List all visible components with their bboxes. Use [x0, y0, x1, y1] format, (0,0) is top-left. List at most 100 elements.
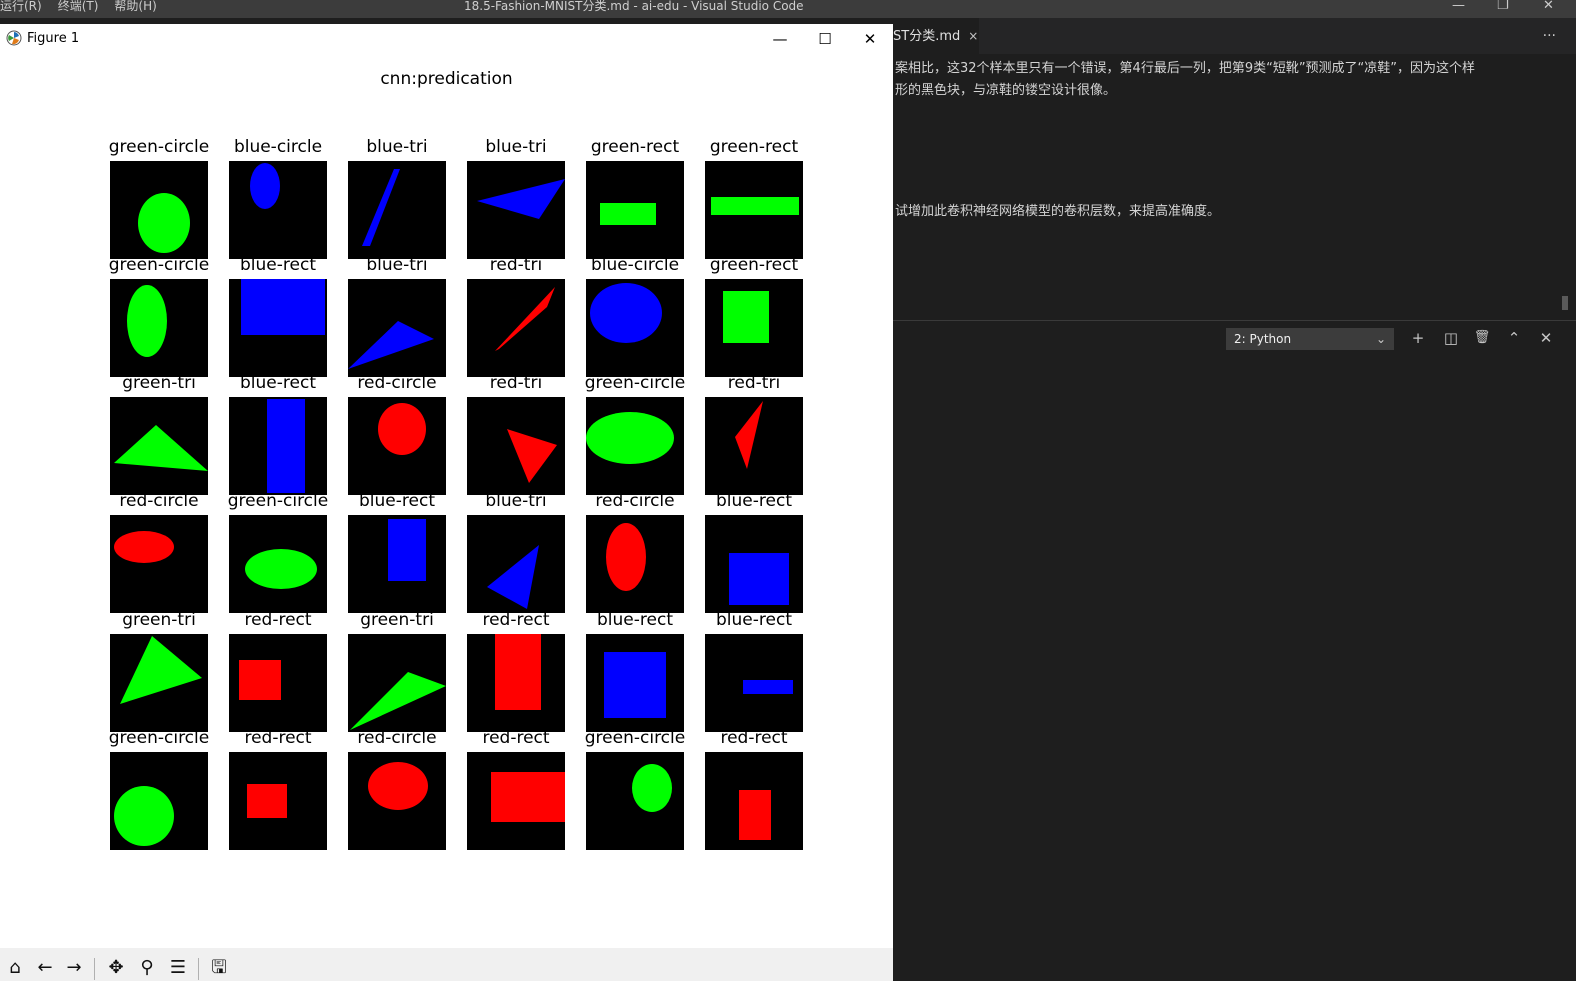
shape-rect	[239, 660, 281, 700]
close-icon[interactable]: ✕	[855, 27, 885, 51]
zoom-icon[interactable]: ⚲	[135, 956, 159, 980]
prediction-thumbnail	[467, 397, 565, 495]
close-icon[interactable]: ✕	[1543, 0, 1554, 13]
figure-window-title: Figure 1	[27, 31, 80, 46]
trash-icon[interactable]: 🗑	[1473, 329, 1491, 347]
prediction-thumbnail	[586, 397, 684, 495]
menu-run[interactable]: 运行(R)	[0, 0, 42, 18]
shape-rect	[495, 634, 541, 710]
matplotlib-icon	[6, 30, 22, 46]
menu-terminal[interactable]: 终端(T)	[58, 0, 99, 18]
shape-image	[348, 321, 434, 369]
new-terminal-icon[interactable]: +	[1409, 329, 1427, 347]
terminal-select-value: 2: Python	[1234, 332, 1292, 346]
panel-divider	[893, 320, 1576, 321]
prediction-thumbnail	[229, 515, 327, 613]
shape-image	[368, 762, 428, 810]
home-icon[interactable]: ⌂	[3, 956, 27, 980]
shape-rect	[729, 553, 789, 605]
prediction-thumbnail	[467, 515, 565, 613]
shape-image	[477, 179, 565, 219]
close-panel-icon[interactable]: ✕	[1537, 329, 1555, 347]
prediction-thumbnail	[467, 634, 565, 732]
figure-window: Figure 1 — ☐ ✕ cnn:predication green-cir…	[0, 24, 893, 981]
prediction-thumbnail	[110, 279, 208, 377]
markdown-line: 案相比，这32个样本里只有一个错误，第4行最后一列，把第9类“短靴”预测成了“凉…	[895, 61, 1476, 76]
prediction-thumbnail	[229, 279, 327, 377]
toolbar-divider	[94, 958, 95, 980]
pan-icon[interactable]: ✥	[104, 956, 128, 980]
plot-title: cnn:predication	[380, 69, 513, 89]
shape-circle	[114, 786, 174, 846]
shape-tri	[495, 287, 555, 351]
shape-image	[114, 531, 174, 563]
shape-rect	[743, 680, 793, 694]
shape-image	[586, 412, 674, 464]
menu-help[interactable]: 帮助(H)	[114, 0, 156, 18]
markdown-line: 试增加此卷积神经网络模型的卷积层数，来提高准确度。	[895, 204, 1221, 219]
shape-circle	[378, 403, 426, 455]
shape-image	[604, 652, 666, 718]
save-icon[interactable]: 🖫	[207, 956, 231, 980]
configure-icon[interactable]: ☰	[166, 956, 190, 980]
figure-titlebar: Figure 1 — ☐ ✕	[0, 24, 893, 54]
shape-image	[267, 399, 305, 493]
shape-circle	[138, 193, 190, 253]
shape-image	[729, 553, 789, 605]
close-icon[interactable]: ×	[968, 29, 978, 43]
shape-image	[487, 545, 539, 609]
prediction-thumbnail	[586, 752, 684, 850]
prediction-thumbnail	[586, 634, 684, 732]
prediction-label: red-rect	[720, 728, 788, 748]
editor-tabbar: ST分类.md × ···	[893, 18, 1576, 54]
shape-circle	[606, 523, 646, 591]
minimize-icon[interactable]: —	[1452, 0, 1465, 13]
shape-image	[491, 772, 565, 822]
shape-circle	[590, 283, 662, 343]
split-terminal-icon[interactable]: ◫	[1442, 329, 1460, 347]
shape-tri	[362, 169, 400, 246]
shape-rect	[600, 203, 656, 225]
prediction-thumbnail	[110, 397, 208, 495]
shape-image	[114, 786, 174, 846]
shape-image	[241, 279, 325, 335]
vscode-menu: 运行(R) 终端(T) 帮助(H)	[0, 0, 157, 18]
minimize-icon[interactable]: —	[765, 27, 795, 51]
forward-icon[interactable]: →	[62, 956, 86, 980]
prediction-thumbnail	[229, 397, 327, 495]
shape-rect	[247, 784, 287, 818]
shape-image	[590, 283, 662, 343]
shape-image	[743, 680, 793, 694]
shape-tri	[735, 401, 763, 469]
restore-icon[interactable]: ❐	[1497, 0, 1509, 13]
shape-rect	[241, 279, 325, 335]
shape-circle	[250, 163, 280, 209]
vscode-titlebar: 运行(R) 终端(T) 帮助(H) 18.5-Fashion-MNIST分类.m…	[0, 0, 1576, 18]
shape-image	[606, 523, 646, 591]
back-icon[interactable]: ←	[33, 956, 57, 980]
shape-tri	[348, 321, 434, 369]
prediction-thumbnail	[348, 279, 446, 377]
prediction-thumbnail	[110, 515, 208, 613]
shape-image	[114, 425, 208, 471]
prediction-label: red-tri	[727, 373, 781, 393]
chevron-down-icon: ⌄	[1375, 332, 1386, 346]
toolbar-divider	[198, 958, 199, 980]
shape-tri	[350, 672, 446, 730]
shape-image	[350, 672, 446, 730]
shape-circle	[127, 285, 167, 357]
maximize-icon[interactable]: ☐	[810, 27, 840, 51]
shape-image	[120, 636, 202, 704]
editor-tab[interactable]: ST分类.md ×	[893, 18, 979, 54]
terminal-select[interactable]: 2: Python ⌄	[1226, 328, 1394, 350]
shape-tri	[120, 636, 202, 704]
prediction-thumbnail	[705, 161, 803, 259]
maximize-panel-icon[interactable]: ⌃	[1505, 329, 1523, 347]
prediction-thumbnail	[467, 279, 565, 377]
shape-circle	[114, 531, 174, 563]
scrollbar-thumb[interactable]	[1562, 296, 1568, 310]
shape-circle	[632, 764, 672, 812]
shape-rect	[388, 519, 426, 581]
prediction-thumbnail	[348, 161, 446, 259]
more-actions-icon[interactable]: ···	[1543, 28, 1556, 44]
